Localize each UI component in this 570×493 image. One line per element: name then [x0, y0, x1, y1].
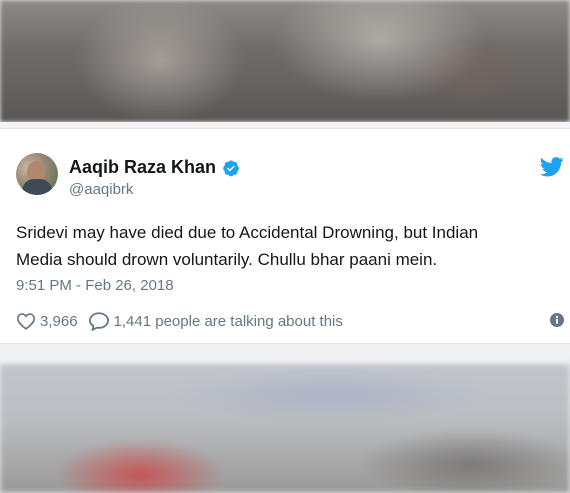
twitter-bird-icon[interactable]: [540, 157, 564, 177]
blurred-top-image: [0, 0, 570, 122]
author-name-row: Aaqib Raza Khan: [69, 157, 240, 178]
tweet-timestamp[interactable]: 9:51 PM - Feb 26, 2018: [16, 277, 174, 294]
author-handle[interactable]: @aaqibrk: [69, 181, 133, 198]
verified-badge-icon: [223, 160, 239, 176]
blurred-bottom-image: [0, 364, 570, 493]
like-count[interactable]: 3,966: [40, 313, 78, 330]
avatar[interactable]: [16, 153, 58, 195]
divider: [0, 344, 570, 364]
tweet-text-line: Sridevi may have died due to Accidental …: [16, 223, 479, 242]
tweet-text: Sridevi may have died due to Accidental …: [16, 219, 556, 273]
tweet-text-line: Media should drown voluntarily. Chullu b…: [16, 250, 438, 269]
author-display-name[interactable]: Aaqib Raza Khan: [69, 157, 216, 178]
avatar-body: [22, 179, 52, 195]
tweet-actions: 3,966 1,441 people are talking about thi…: [16, 311, 343, 331]
talking-about-link[interactable]: 1,441 people are talking about this: [114, 313, 343, 330]
embedded-tweet-card[interactable]: Aaqib Raza Khan @aaqibrk Sridevi may hav…: [0, 128, 570, 344]
heart-icon[interactable]: [16, 312, 36, 330]
info-icon[interactable]: [550, 313, 564, 327]
speech-bubble-icon[interactable]: [88, 311, 110, 331]
